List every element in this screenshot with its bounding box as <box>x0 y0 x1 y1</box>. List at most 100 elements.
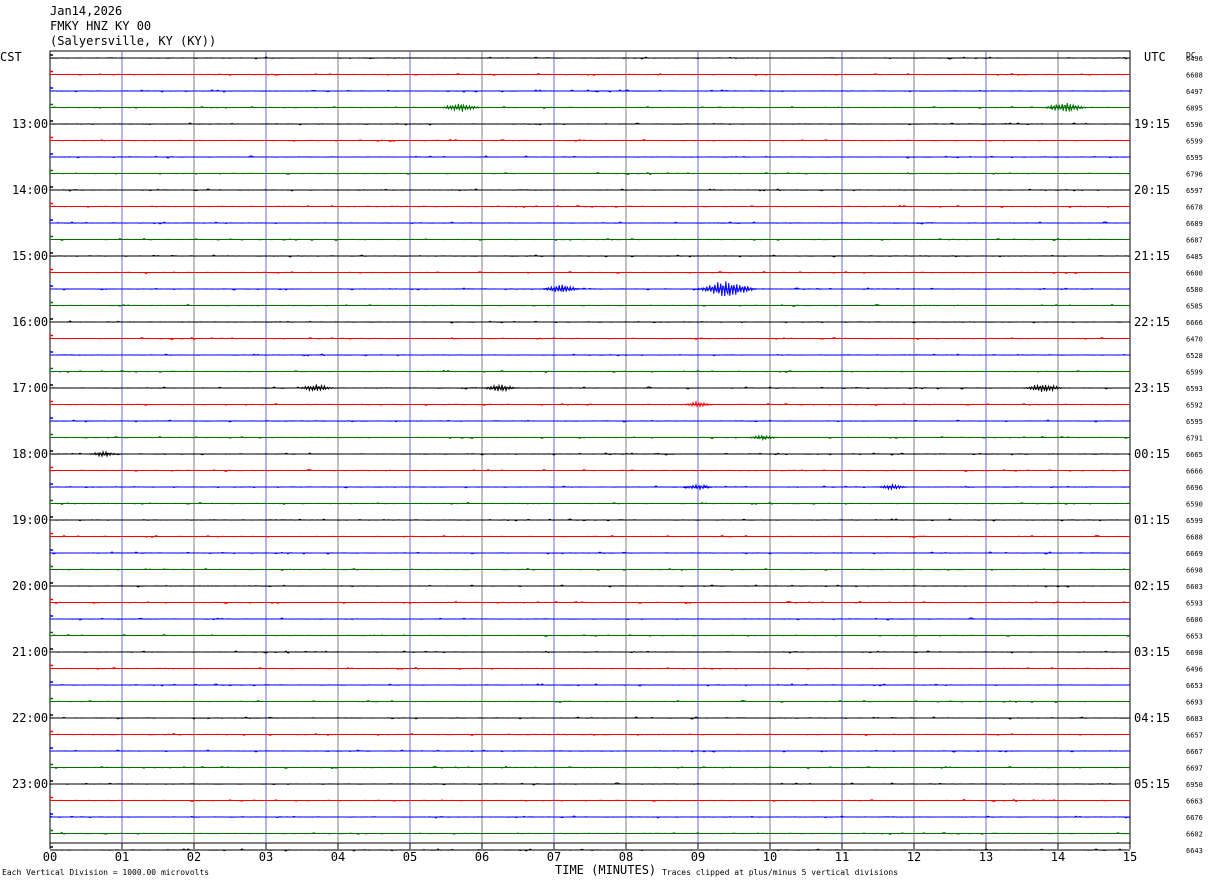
trace-waveform <box>49 468 1131 473</box>
dc-value: 6657 <box>1186 732 1203 740</box>
dc-value: 6600 <box>1186 270 1203 278</box>
trace-waveform <box>49 666 1131 670</box>
trace-waveform <box>49 733 1131 737</box>
trace-waveform <box>49 303 1131 308</box>
trace-waveform <box>49 204 1131 209</box>
trace-waveform <box>49 716 1131 720</box>
trace-waveform <box>49 155 1131 159</box>
dc-value: 6688 <box>1186 534 1203 542</box>
trace-waveform <box>49 765 1131 770</box>
dc-value: 6599 <box>1186 138 1203 146</box>
clip-note: Traces clipped at plus/minus 5 vertical … <box>662 868 899 877</box>
plot-frame <box>49 50 1131 844</box>
x-tick-label: 03 <box>259 850 273 864</box>
dc-value: 6595 <box>1186 154 1203 162</box>
scale-note: Each Vertical Division = 1000.00 microvo… <box>2 868 210 877</box>
trace-waveform <box>49 188 1131 192</box>
cst-hour-label: 16:00 <box>12 315 48 329</box>
utc-hour-label: 02:15 <box>1134 579 1170 593</box>
dc-value: 6606 <box>1186 616 1203 624</box>
dc-value: 6485 <box>1186 253 1203 261</box>
cst-hour-label: 17:00 <box>12 381 48 395</box>
cst-hour-label: 21:00 <box>12 645 48 659</box>
dc-value: 6687 <box>1186 237 1203 245</box>
trace-waveform <box>49 105 1131 110</box>
trace-waveform <box>49 138 1131 143</box>
trace-waveform <box>49 551 1131 555</box>
dc-value: 6653 <box>1186 633 1203 641</box>
cst-hour-label: 23:00 <box>12 777 48 791</box>
helicorder-plot: 00 01 02 03 04 05 06 07 08 09 10 11 12 13 14 15 6496 6608… <box>12 50 1203 864</box>
dc-value: 6590 <box>1186 501 1203 509</box>
x-tick-label: 11 <box>835 850 849 864</box>
dc-value: 6470 <box>1186 336 1203 344</box>
trace-waveform <box>49 254 1131 258</box>
trace-waveform <box>49 171 1131 176</box>
trace-waveform <box>49 435 1131 440</box>
dc-value: 6597 <box>1186 187 1203 195</box>
trace-waveform <box>49 122 1131 126</box>
dc-value: 6791 <box>1186 435 1203 443</box>
dc-value: 6593 <box>1186 600 1203 608</box>
dc-value: 6592 <box>1186 402 1203 410</box>
dc-value: 6895 <box>1186 105 1203 113</box>
dc-value: 6497 <box>1186 88 1203 96</box>
trace-waveform <box>49 567 1131 572</box>
x-tick-label: 09 <box>691 850 705 864</box>
dc-value: 6689 <box>1186 220 1203 228</box>
x-tick-label: 13 <box>979 850 993 864</box>
dc-value: 6698 <box>1186 649 1203 657</box>
trace-waveform <box>50 386 1131 390</box>
dc-value: 6683 <box>1186 715 1203 723</box>
dc-value: 6580 <box>1186 286 1203 294</box>
x-tick-label: 12 <box>907 850 921 864</box>
utc-hour-label: 20:15 <box>1134 183 1170 197</box>
trace-waveform <box>49 749 1131 753</box>
dc-value: 6602 <box>1186 831 1203 839</box>
trace-waveform <box>49 650 1131 654</box>
dc-value: 6676 <box>1186 814 1203 822</box>
dc-value: 6596 <box>1186 121 1203 129</box>
trace-waveform <box>49 221 1131 225</box>
utc-hour-label: 23:15 <box>1134 381 1170 395</box>
trace-waveform <box>49 72 1131 77</box>
cst-hour-label: 18:00 <box>12 447 48 461</box>
dc-value: 6678 <box>1186 204 1203 212</box>
trace-waveform <box>49 584 1131 588</box>
dc-value: 6585 <box>1186 303 1203 311</box>
utc-hour-label: 00:15 <box>1134 447 1170 461</box>
trace-waveform <box>49 699 1131 704</box>
cst-hour-label: 19:00 <box>12 513 48 527</box>
utc-hour-label: 05:15 <box>1134 777 1170 791</box>
trace-waveform <box>49 600 1131 605</box>
dc-value: 6496 <box>1186 666 1203 674</box>
trace-waveform <box>49 798 1131 803</box>
dc-value: 6796 <box>1186 171 1203 179</box>
trace-waveform <box>49 782 1131 786</box>
trace-waveform <box>49 56 1131 60</box>
cst-hour-label: 22:00 <box>12 711 48 725</box>
cst-hour-label: 20:00 <box>12 579 48 593</box>
dc-value: 6666 <box>1186 468 1203 476</box>
trace-waveform <box>49 419 1131 423</box>
dc-value: 6698 <box>1186 567 1203 575</box>
x-tick-label: 00 <box>43 850 57 864</box>
dc-value: 6669 <box>1186 550 1203 558</box>
x-tick-label: 15 <box>1123 850 1137 864</box>
dc-value: 6599 <box>1186 369 1203 377</box>
dc-value: 6643 <box>1186 847 1203 855</box>
trace-waveform <box>49 534 1131 539</box>
x-tick-label: 08 <box>619 850 633 864</box>
dc-value: 6696 <box>1186 484 1203 492</box>
trace-waveform <box>49 617 1131 621</box>
x-tick-label: 01 <box>115 850 129 864</box>
trace-waveform <box>49 452 1131 456</box>
cst-hour-label: 13:00 <box>12 117 48 131</box>
utc-hour-label: 21:15 <box>1134 249 1170 263</box>
trace-waveform <box>49 369 1131 374</box>
cst-hour-label: 14:00 <box>12 183 48 197</box>
x-tick-label: 04 <box>331 850 345 864</box>
dc-value: 6593 <box>1186 385 1203 393</box>
dc-value: 6693 <box>1186 699 1203 707</box>
dc-value: 6528 <box>1186 352 1203 360</box>
